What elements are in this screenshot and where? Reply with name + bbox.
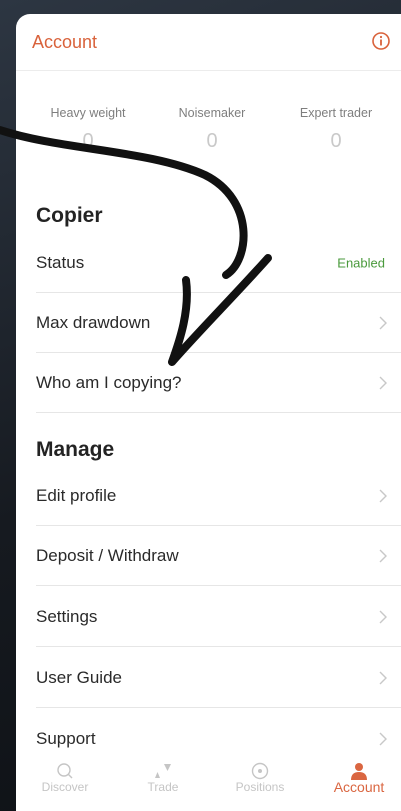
tab-positions[interactable]: Positions	[215, 760, 305, 811]
page-title: Account	[32, 32, 98, 52]
tab-label: Account	[333, 779, 385, 795]
badge-value: 0	[82, 130, 94, 152]
user-guide-label: User Guide	[36, 667, 122, 687]
section-title-copier: Copier	[36, 204, 103, 227]
badge-value: 0	[330, 130, 342, 152]
bottom-tab-bar: Discover Trade Positions Account	[16, 760, 401, 811]
support-label: Support	[36, 729, 96, 748]
info-icon[interactable]	[371, 31, 391, 51]
chevron-right-icon	[379, 376, 387, 389]
badge-heavy-weight: Heavy weight 0	[28, 106, 148, 153]
positions-icon	[251, 762, 269, 780]
badge-label: Heavy weight	[50, 106, 126, 120]
app-screen: Account Heavy weight 0 Noisemaker 0 Expe…	[16, 14, 401, 811]
settings-row[interactable]: Settings	[36, 587, 401, 647]
deposit-withdraw-row[interactable]: Deposit / Withdraw	[36, 526, 401, 586]
status-badge: Enabled	[337, 255, 385, 270]
who-copying-row[interactable]: Who am I copying?	[36, 353, 401, 413]
settings-label: Settings	[36, 606, 98, 626]
chevron-right-icon	[379, 732, 387, 746]
tab-label: Discover	[41, 780, 89, 794]
status-label: Status	[36, 252, 85, 272]
edit-profile-label: Edit profile	[36, 485, 117, 505]
tab-label: Trade	[147, 780, 179, 794]
badge-expert-trader: Expert trader 0	[276, 106, 396, 153]
tab-discover[interactable]: Discover	[20, 760, 110, 811]
edit-profile-row[interactable]: Edit profile	[36, 466, 401, 526]
chevron-right-icon	[379, 610, 387, 623]
tab-account[interactable]: Account	[314, 760, 401, 811]
deposit-withdraw-label: Deposit / Withdraw	[36, 545, 179, 565]
chevron-right-icon	[379, 671, 387, 684]
status-row[interactable]: Status Enabled	[36, 233, 401, 293]
badge-value: 0	[206, 130, 218, 152]
max-drawdown-row[interactable]: Max drawdown	[36, 293, 401, 353]
person-icon	[351, 763, 367, 780]
who-copying-label: Who am I copying?	[36, 372, 182, 392]
badge-label: Expert trader	[299, 106, 373, 120]
badge-noisemaker: Noisemaker 0	[152, 106, 272, 153]
chevron-right-icon	[379, 489, 387, 502]
badge-label: Noisemaker	[178, 106, 246, 120]
search-icon	[57, 763, 73, 779]
chevron-right-icon	[379, 316, 387, 329]
tab-label: Positions	[235, 780, 285, 794]
tab-trade[interactable]: Trade	[118, 760, 208, 811]
trade-icon	[155, 764, 171, 778]
max-drawdown-label: Max drawdown	[36, 312, 151, 332]
badges-row: Heavy weight 0 Noisemaker 0 Expert trade…	[16, 106, 401, 166]
user-guide-row[interactable]: User Guide	[36, 648, 401, 708]
section-title-manage: Manage	[36, 438, 115, 461]
app-header: Account	[16, 14, 401, 71]
chevron-right-icon	[379, 549, 387, 562]
